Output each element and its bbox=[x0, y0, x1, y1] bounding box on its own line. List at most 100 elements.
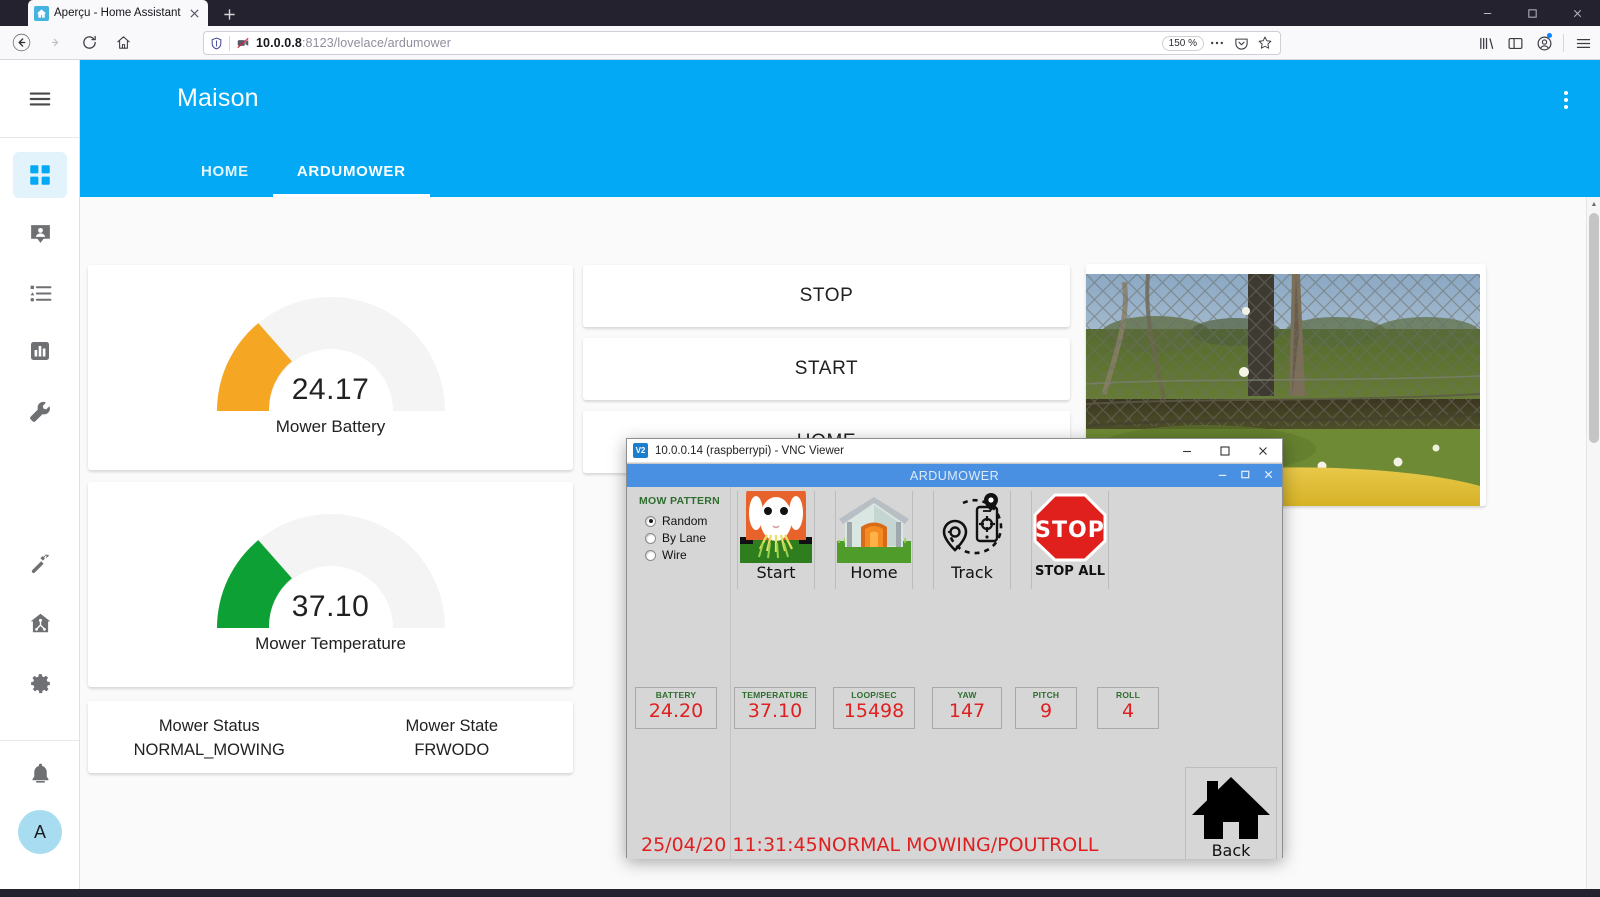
sidebar-item-map[interactable] bbox=[13, 210, 67, 256]
pocket-icon[interactable] bbox=[1230, 32, 1252, 54]
tab-home[interactable]: HOME bbox=[177, 145, 273, 197]
stop-button[interactable]: STOP bbox=[583, 265, 1070, 327]
value-number-loop-per-sec: 15498 bbox=[843, 700, 905, 722]
mow-pattern-option-by-lane[interactable]: By Lane bbox=[645, 531, 706, 545]
vnc-viewer-window[interactable]: V2 10.0.0.14 (raspberrypi) - VNC Viewer … bbox=[626, 438, 1283, 859]
mow-pattern-title: MOW PATTERN bbox=[639, 495, 721, 507]
mower-status-name: Mower Status bbox=[158, 717, 260, 735]
ha-header: Maison HOME ARDUMOWER bbox=[80, 60, 1600, 197]
url-bar[interactable]: 10.0.0.8:8123/lovelace/ardumower 150 % bbox=[203, 31, 1281, 55]
shield-icon[interactable] bbox=[208, 35, 224, 51]
sidebar-item-developer-tools[interactable] bbox=[13, 388, 67, 434]
mow-pattern-label-by-lane: By Lane bbox=[662, 531, 707, 545]
start-button[interactable]: START bbox=[583, 338, 1070, 400]
sidebar-item-hacs[interactable] bbox=[13, 600, 67, 646]
ardumower-home-button[interactable]: Home bbox=[835, 491, 913, 589]
overflow-menu-icon[interactable] bbox=[1552, 86, 1580, 114]
mower-temperature-gauge-card[interactable]: 37.10 Mower Temperature bbox=[88, 482, 573, 687]
ardumower-track-button[interactable]: Track bbox=[933, 491, 1011, 589]
hamburger-menu-icon[interactable] bbox=[0, 60, 79, 138]
mower-battery-gauge-card[interactable]: 24.17 Mower Battery bbox=[88, 265, 573, 470]
value-number-pitch: 9 bbox=[1039, 700, 1053, 722]
ardumower-app-content: MOW PATTERN Random By Lane Wire Start Ho… bbox=[627, 467, 1282, 859]
battery-gauge-value: 24.17 bbox=[291, 373, 370, 406]
value-box-yaw: YAW 147 bbox=[932, 687, 1002, 729]
svg-text:STOP: STOP bbox=[1035, 518, 1105, 543]
sidebar-item-overview[interactable] bbox=[13, 152, 67, 198]
sheep-grass-icon bbox=[737, 467, 815, 563]
scrollbar-thumb[interactable] bbox=[1589, 213, 1599, 443]
ardumower-app-titlebar: ARDUMOWER bbox=[627, 464, 1282, 487]
vnc-window-title: 10.0.0.14 (raspberrypi) - VNC Viewer bbox=[655, 444, 844, 457]
ardumower-app-title: ARDUMOWER bbox=[909, 468, 1000, 483]
mow-pattern-label-random: Random bbox=[662, 514, 708, 528]
maximize-icon[interactable] bbox=[1206, 439, 1244, 463]
radio-icon[interactable] bbox=[645, 532, 656, 544]
close-icon[interactable] bbox=[1263, 469, 1274, 483]
account-icon[interactable] bbox=[1531, 31, 1557, 55]
minimize-icon[interactable] bbox=[1168, 439, 1206, 463]
avatar[interactable]: A bbox=[18, 810, 62, 854]
close-icon[interactable] bbox=[186, 5, 202, 21]
sidebar-item-history[interactable] bbox=[13, 328, 67, 374]
value-box-loop-per-sec: LOOP/SEC 15498 bbox=[833, 687, 915, 729]
doghouse-icon bbox=[835, 491, 913, 563]
sidebar-item-configuration[interactable] bbox=[13, 660, 67, 706]
value-number-roll: 4 bbox=[1121, 700, 1135, 722]
bookmark-star-icon[interactable] bbox=[1254, 32, 1276, 54]
minimize-icon[interactable] bbox=[1217, 469, 1228, 483]
vnc-remote-screen[interactable]: ARDUMOWER MOW PATTERN Random By Lane Wir… bbox=[627, 463, 1282, 859]
sidebar-icon[interactable] bbox=[1502, 31, 1528, 55]
mow-pattern-option-wire[interactable]: Wire bbox=[645, 548, 687, 562]
browser-toolbar-right bbox=[1473, 31, 1596, 55]
browser-tab[interactable]: Aperçu - Home Assistant bbox=[28, 0, 208, 26]
zoom-level-indicator[interactable]: 150 % bbox=[1161, 35, 1204, 51]
value-title-pitch: PITCH bbox=[1032, 690, 1060, 700]
close-icon[interactable] bbox=[1244, 439, 1282, 463]
mower-state-value: FRWODO bbox=[414, 740, 490, 759]
forward-arrow-icon bbox=[40, 28, 70, 58]
value-number-yaw: 147 bbox=[948, 700, 986, 722]
reload-icon[interactable] bbox=[74, 28, 104, 58]
camera-blocked-icon[interactable] bbox=[235, 35, 251, 51]
ha-sidebar: A bbox=[0, 60, 80, 897]
ardumower-start-label: Start bbox=[756, 563, 796, 582]
ellipsis-icon[interactable] bbox=[1206, 32, 1228, 54]
minimize-icon[interactable] bbox=[1465, 0, 1510, 26]
ardumower-track-label: Track bbox=[951, 563, 993, 582]
sidebar-item-logbook[interactable] bbox=[13, 270, 67, 316]
url-text: 10.0.0.8:8123/lovelace/ardumower bbox=[256, 36, 451, 50]
sidebar-item-supervisor[interactable] bbox=[13, 540, 67, 586]
vnc-titlebar[interactable]: V2 10.0.0.14 (raspberrypi) - VNC Viewer bbox=[627, 439, 1282, 463]
app-menu-icon[interactable] bbox=[1570, 31, 1596, 55]
mower-state-column: Mower State FRWODO bbox=[331, 701, 574, 773]
value-title-temperature: TEMPERATURE bbox=[741, 690, 809, 700]
ardumower-start-button[interactable]: Start bbox=[737, 467, 815, 589]
ardumower-back-button[interactable]: Back bbox=[1185, 767, 1277, 859]
page-scrollbar[interactable]: ▲ ▼ bbox=[1586, 197, 1600, 897]
close-icon[interactable] bbox=[1555, 0, 1600, 26]
back-arrow-icon[interactable] bbox=[6, 28, 36, 58]
battery-gauge-label: Mower Battery bbox=[275, 417, 386, 436]
scroll-up-arrow[interactable]: ▲ bbox=[1587, 197, 1600, 211]
maximize-icon[interactable] bbox=[1240, 469, 1251, 483]
radio-icon[interactable] bbox=[645, 515, 656, 527]
window-controls bbox=[1465, 0, 1600, 26]
new-tab-button[interactable] bbox=[218, 3, 240, 25]
url-divider bbox=[229, 35, 230, 51]
bell-icon[interactable] bbox=[13, 750, 67, 796]
value-box-roll: ROLL 4 bbox=[1097, 687, 1159, 729]
maximize-icon[interactable] bbox=[1510, 0, 1555, 26]
mow-pattern-option-random[interactable]: Random bbox=[645, 514, 707, 528]
ha-view-tabs: HOME ARDUMOWER bbox=[177, 145, 430, 197]
library-icon[interactable] bbox=[1473, 31, 1499, 55]
sidebar-divider bbox=[0, 740, 79, 741]
radio-icon[interactable] bbox=[645, 549, 656, 561]
tab-ardumower[interactable]: ARDUMOWER bbox=[272, 145, 430, 197]
mower-status-value: NORMAL_MOWING bbox=[133, 740, 285, 759]
value-number-temperature: 37.10 bbox=[747, 700, 803, 722]
home-icon[interactable] bbox=[108, 28, 138, 58]
mow-pattern-label-wire: Wire bbox=[662, 548, 687, 562]
mower-status-card[interactable]: Mower Status NORMAL_MOWING Mower State F… bbox=[88, 701, 573, 773]
ardumower-stop-all-button[interactable]: STOP STOP ALL bbox=[1031, 491, 1109, 589]
